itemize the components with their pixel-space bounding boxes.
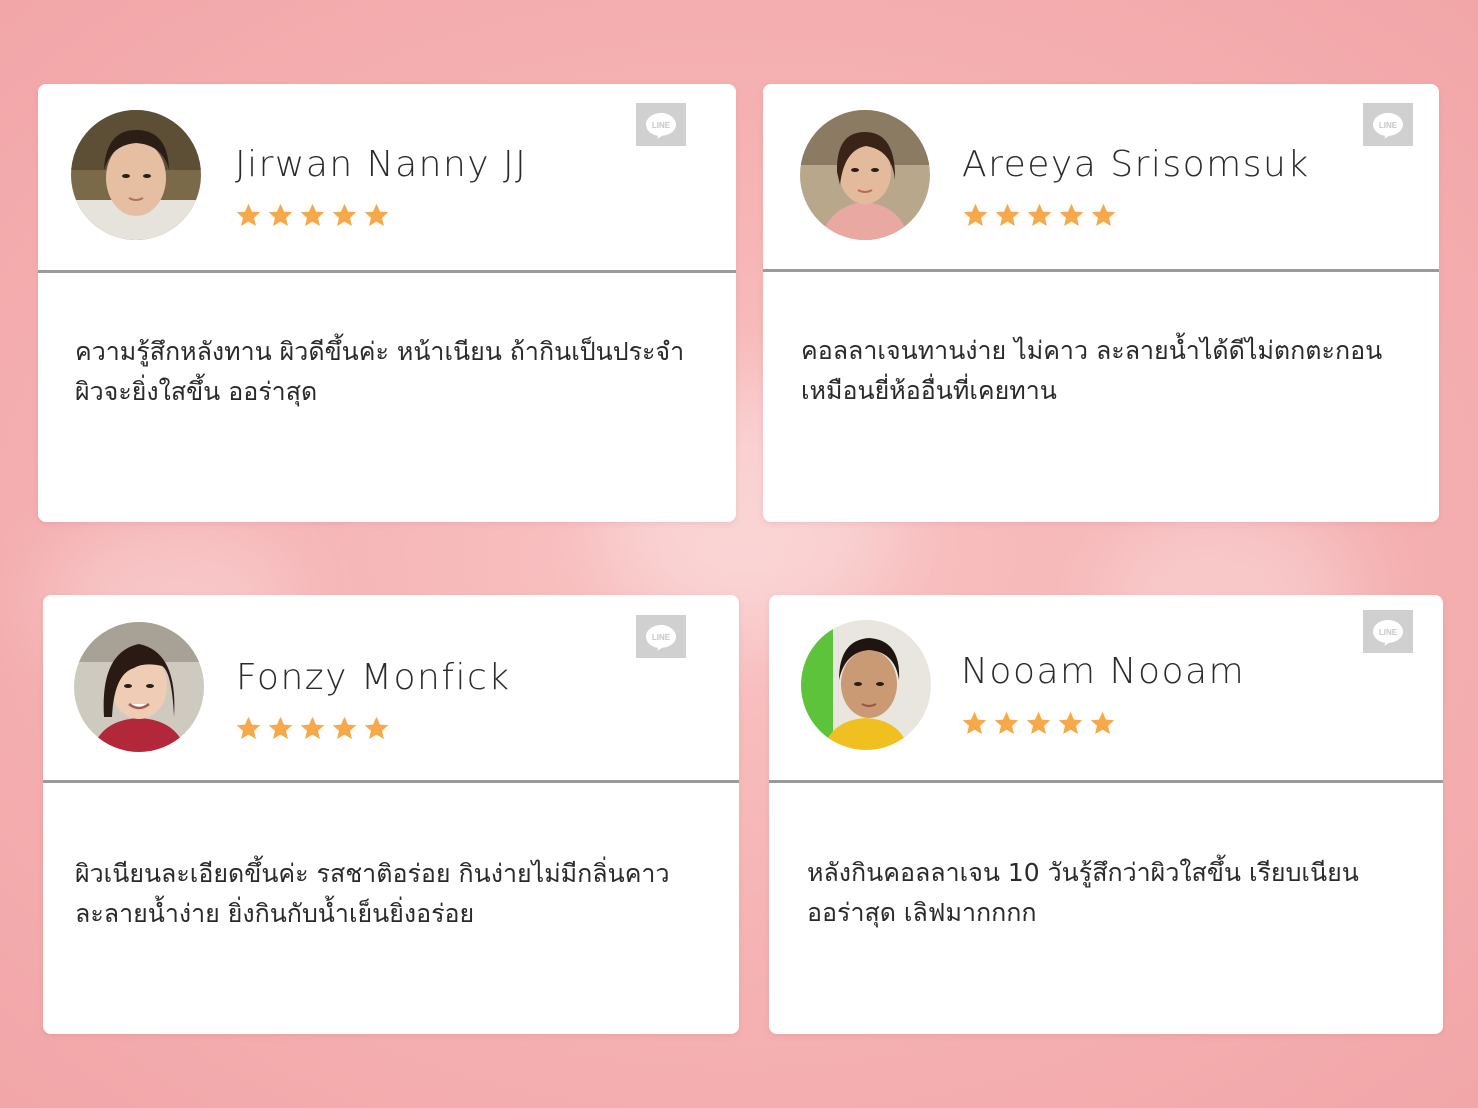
line-logo: LINE	[646, 624, 676, 651]
star-icon	[332, 716, 357, 739]
star-icon	[995, 203, 1020, 226]
star-icon	[300, 716, 325, 739]
star-icon	[268, 203, 293, 226]
review-text-line: ออร่าสุด เลิฟมากกกก	[807, 898, 1037, 927]
review-text-line: ความรู้สึกหลังทาน ผิวดีขึ้นค่ะ หน้าเนียน…	[75, 337, 685, 366]
review-card: Nooam Nooam LINE หลังกินคอลลาเจน 10 วันร…	[769, 595, 1443, 1034]
avatar	[74, 622, 204, 752]
svg-text:LINE: LINE	[652, 633, 671, 642]
line-icon[interactable]: LINE	[636, 615, 686, 658]
review-text-line: คอลลาเจนทานง่าย ไม่คาว ละลายน้ำได้ดีไม่ต…	[801, 336, 1383, 365]
review-text-line: ละลายน้ำง่าย ยิ่งกินกับน้ำเย็นยิ่งอร่อย	[75, 899, 475, 928]
review-card: Areeya Srisomsuk LINE คอลลาเจนทานง่าย ไม…	[763, 84, 1439, 522]
review-text: หลังกินคอลลาเจน 10 วันรู้สึกว่าผิวใสขึ้น…	[807, 853, 1427, 933]
avatar-photo	[800, 110, 930, 240]
review-text-line: หลังกินคอลลาเจน 10 วันรู้สึกว่าผิวใสขึ้น…	[807, 858, 1359, 887]
svg-text:LINE: LINE	[1379, 121, 1398, 130]
star-icon	[364, 716, 389, 739]
review-card-header: Areeya Srisomsuk LINE	[763, 84, 1439, 272]
svg-text:LINE: LINE	[652, 121, 671, 130]
avatar	[801, 620, 931, 750]
star-icon	[1026, 711, 1051, 734]
star-icon	[1027, 203, 1052, 226]
star-rating	[235, 715, 390, 742]
review-card-header: Nooam Nooam LINE	[769, 595, 1443, 783]
line-logo: LINE	[1373, 619, 1403, 646]
star-icon	[962, 711, 987, 734]
star-icon	[1090, 711, 1115, 734]
reviewer-name: Nooam Nooam	[961, 651, 1246, 692]
review-text: ผิวเนียนละเอียดขึ้นค่ะ รสชาติอร่อย กินง่…	[75, 854, 715, 934]
star-icon	[1058, 711, 1083, 734]
star-rating	[962, 202, 1117, 229]
star-icon	[236, 716, 261, 739]
review-card: Jirwan Nanny JJ LINE ความรู้สึกหลังทาน ผ…	[38, 84, 736, 522]
line-logo: LINE	[646, 112, 676, 139]
review-text-line: ผิวเนียนละเอียดขึ้นค่ะ รสชาติอร่อย กินง่…	[75, 859, 670, 888]
reviewer-name: Jirwan Nanny JJ	[235, 144, 528, 185]
review-text: คอลลาเจนทานง่าย ไม่คาว ละลายน้ำได้ดีไม่ต…	[801, 331, 1421, 411]
svg-text:LINE: LINE	[1379, 628, 1398, 637]
star-icon	[994, 711, 1019, 734]
star-icon	[332, 203, 357, 226]
star-icon	[963, 203, 988, 226]
avatar-photo	[74, 622, 204, 752]
star-icon	[1059, 203, 1084, 226]
review-text-line: ผิวจะยิ่งใสขึ้น ออร่าสุด	[75, 377, 318, 406]
line-icon[interactable]: LINE	[1363, 610, 1413, 653]
review-text-line: เหมือนยี่ห้ออื่นที่เคยทาน	[801, 376, 1057, 405]
avatar-photo	[71, 110, 201, 240]
avatar-photo	[801, 620, 931, 750]
line-icon[interactable]: LINE	[1363, 103, 1413, 146]
star-icon	[1091, 203, 1116, 226]
star-rating	[235, 202, 390, 229]
avatar	[800, 110, 930, 240]
star-icon	[364, 203, 389, 226]
star-icon	[300, 203, 325, 226]
star-icon	[268, 716, 293, 739]
review-card-header: Jirwan Nanny JJ LINE	[38, 84, 736, 273]
review-text: ความรู้สึกหลังทาน ผิวดีขึ้นค่ะ หน้าเนียน…	[75, 332, 715, 412]
line-logo: LINE	[1373, 112, 1403, 139]
avatar	[71, 110, 201, 240]
star-rating	[961, 710, 1116, 737]
review-card: Fonzy Monfick LINE ผิวเนียนละเอียดขึ้นค่…	[43, 595, 739, 1034]
review-card-header: Fonzy Monfick LINE	[43, 595, 739, 783]
line-icon[interactable]: LINE	[636, 103, 686, 146]
reviewer-name: Areeya Srisomsuk	[962, 144, 1310, 185]
reviewer-name: Fonzy Monfick	[236, 657, 511, 698]
star-icon	[236, 203, 261, 226]
